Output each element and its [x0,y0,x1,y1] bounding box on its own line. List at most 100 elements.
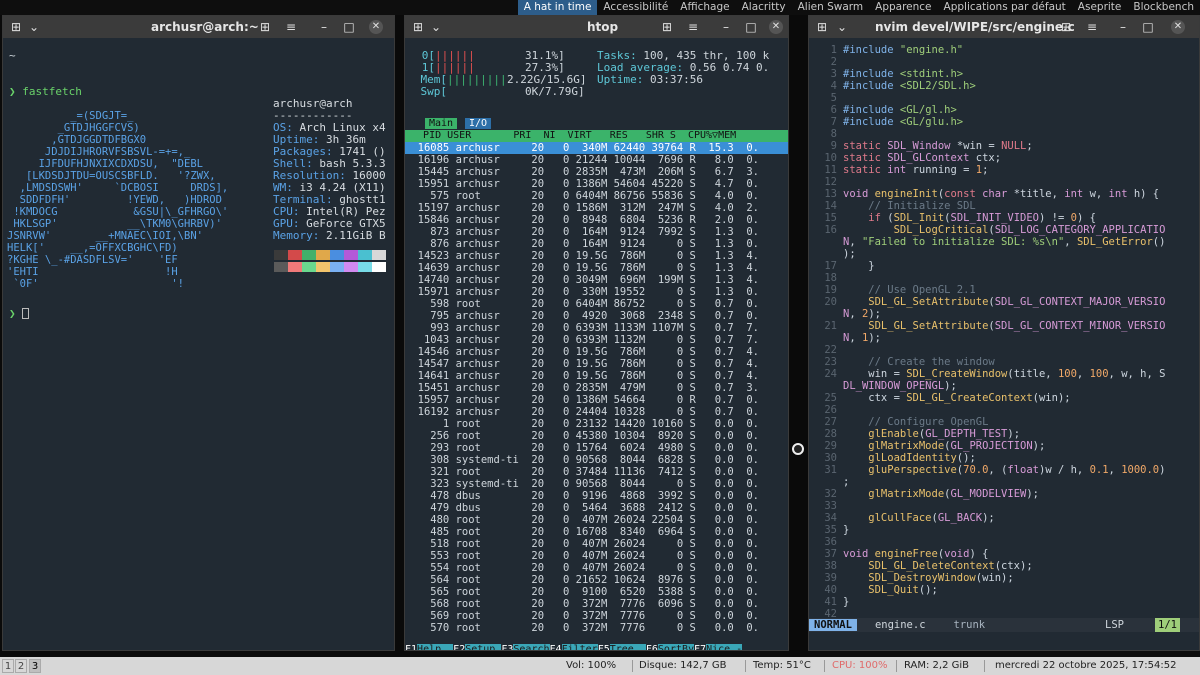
process-row[interactable]: 15451 archusr 20 0 2835M 479M 0 S 0.7 3. [405,382,788,394]
grid-icon[interactable]: ⊞ [1059,20,1073,34]
fkey-key[interactable]: F5 [598,644,610,650]
fkey-key[interactable]: F2 [453,644,465,650]
maximize-icon[interactable]: □ [744,20,758,34]
workspace-3[interactable]: 3 [29,659,41,673]
chevron-down-icon[interactable]: ⌄ [429,20,443,34]
process-row[interactable]: 321 root 20 0 37484 11136 7412 S 0.0 0. [405,466,788,478]
fkey-key[interactable]: F6 [646,644,658,650]
settings-tab[interactable]: Alien Swarm [792,0,870,15]
volume-indicator[interactable]: Vol: 100% [566,657,616,675]
process-row[interactable]: 478 dbus 20 0 9196 4868 3992 S 0.0 0. [405,490,788,502]
process-row[interactable]: 15197 archusr 20 0 1586M 312M 247M S 4.0… [405,202,788,214]
new-tab-icon[interactable]: ⊞ [411,20,425,34]
process-row[interactable]: 553 root 20 0 407M 26024 0 S 0.0 0. [405,550,788,562]
process-row[interactable]: 15951 archusr 20 0 1386M 54604 45220 S 4… [405,178,788,190]
process-row[interactable]: 575 root 20 0 6404M 86756 55836 S 4.0 0. [405,190,788,202]
settings-tab[interactable]: Accessibilité [597,0,674,15]
minimize-icon[interactable]: – [317,20,331,34]
process-row[interactable]: 479 dbus 20 0 5464 3688 2412 S 0.0 0. [405,502,788,514]
tab-io[interactable]: I/O [465,118,492,129]
settings-tab[interactable]: Blockbench [1127,0,1200,15]
grid-icon[interactable]: ⊞ [660,20,674,34]
terminal-window-fastfetch[interactable]: ⊞ ⌄ archusr@arch:~ ⊞ ≡ – □ ✕ ~ ❯ fastfetc… [2,15,395,651]
process-row[interactable]: 14641 archusr 20 0 19.5G 786M 0 S 0.7 4. [405,370,788,382]
process-row[interactable]: 16192 archusr 20 0 24404 10328 0 S 0.7 0… [405,406,788,418]
process-row[interactable]: 1 root 20 0 23132 14420 10160 S 0.0 0. [405,418,788,430]
process-row[interactable]: 554 root 20 0 407M 26024 0 S 0.0 0. [405,562,788,574]
process-row[interactable]: 15971 archusr 20 0 330M 19552 0 S 1.3 0. [405,286,788,298]
close-icon[interactable]: ✕ [769,20,783,34]
fkey-label[interactable]: SortBy [657,644,695,650]
close-icon[interactable]: ✕ [369,20,383,34]
process-row[interactable]: 16196 archusr 20 0 21244 10044 7696 R 8.… [405,154,788,166]
process-row[interactable]: 14740 archusr 20 0 3049M 696M 199M S 1.3… [405,274,788,286]
settings-tab[interactable]: Affichage [674,0,735,15]
close-icon[interactable]: ✕ [1171,20,1185,34]
process-row[interactable]: 873 archusr 20 0 164M 9124 7992 S 1.3 0. [405,226,788,238]
process-row[interactable]: 14639 archusr 20 0 19.5G 786M 0 S 1.3 4. [405,262,788,274]
maximize-icon[interactable]: □ [342,20,356,34]
fkey-label[interactable]: Search [513,644,550,650]
process-row[interactable]: 308 systemd-ti 20 0 90568 8044 6828 S 0.… [405,454,788,466]
process-row[interactable]: 564 root 20 0 21652 10624 8976 S 0.0 0. [405,574,788,586]
maximize-icon[interactable]: □ [1141,20,1155,34]
terminal-window-htop[interactable]: ⊞ ⌄ htop ⊞ ≡ – □ ✕ 0[|||||| 31.1%] 1[|||||… [404,15,789,651]
terminal-window-nvim[interactable]: ⊞ ⌄ nvim devel/WIPE/src/engine.c ⊞ ≡ – □… [808,15,1200,651]
workspace-2[interactable]: 2 [15,659,27,673]
menu-icon[interactable]: ≡ [1085,20,1099,34]
process-row[interactable]: 16085 archusr 20 0 340M 62440 39764 R 15… [405,142,788,154]
menu-icon[interactable]: ≡ [284,20,298,34]
process-row[interactable]: 293 root 20 0 15764 6024 4980 S 0.0 0. [405,442,788,454]
process-row[interactable]: 569 root 20 0 372M 7776 0 S 0.0 0. [405,610,788,622]
fkey-label[interactable]: Help [417,644,454,650]
process-row[interactable]: 795 archusr 20 0 4920 3068 2348 S 0.7 0. [405,310,788,322]
process-row[interactable]: 568 root 20 0 372M 7776 6096 S 0.0 0. [405,598,788,610]
settings-tab[interactable]: Alacritty [736,0,792,15]
fkey-label[interactable]: Tree [609,644,646,650]
process-row[interactable]: 876 archusr 20 0 164M 9124 0 S 1.3 0. [405,238,788,250]
window-titlebar[interactable]: ⊞ ⌄ archusr@arch:~ ⊞ ≡ – □ ✕ [3,16,394,38]
tab-main[interactable]: Main [425,118,458,129]
grid-icon[interactable]: ⊞ [258,20,272,34]
settings-tab[interactable]: Applications par défaut [938,0,1072,15]
fkey-key[interactable]: F3 [501,644,513,650]
minimize-icon[interactable]: – [719,20,733,34]
process-row[interactable]: 565 root 20 0 9100 6520 5388 S 0.0 0. [405,586,788,598]
settings-tab[interactable]: Aseprite [1072,0,1128,15]
window-titlebar[interactable]: ⊞ ⌄ htop ⊞ ≡ – □ ✕ [405,16,788,38]
process-row[interactable]: 1043 archusr 20 0 6393M 1132M 0 S 0.7 7. [405,334,788,346]
settings-tab[interactable]: Apparence [869,0,937,15]
htop-content[interactable]: 0[|||||| 31.1%] 1[|||||| 27.3%] Mem[||||||||… [405,38,788,650]
fkey-label[interactable]: Nice - [706,644,743,650]
process-row[interactable]: 14546 archusr 20 0 19.5G 786M 0 S 0.7 4. [405,346,788,358]
process-row[interactable]: 323 systemd-ti 20 0 90568 8044 0 S 0.0 0… [405,478,788,490]
editor-content[interactable]: 1 #include "engine.h" 2 3 #include <stdint.h… [809,38,1199,650]
fkey-key[interactable]: F1 [405,644,417,650]
process-row[interactable]: 993 archusr 20 0 6393M 1133M 1107M S 0.7… [405,322,788,334]
chevron-down-icon[interactable]: ⌄ [835,20,849,34]
process-row[interactable]: 518 root 20 0 407M 26024 0 S 0.0 0. [405,538,788,550]
window-titlebar[interactable]: ⊞ ⌄ nvim devel/WIPE/src/engine.c ⊞ ≡ – □… [809,16,1199,38]
process-header[interactable]: PID USER PRI NI VIRT RES SHR S CPU%▽MEM [405,130,788,142]
workspace-1[interactable]: 1 [2,659,14,673]
minimize-icon[interactable]: – [1116,20,1130,34]
process-row[interactable]: 485 root 20 0 16708 8340 6964 S 0.0 0. [405,526,788,538]
new-tab-icon[interactable]: ⊞ [815,20,829,34]
settings-tab[interactable]: A hat in time [517,0,598,15]
process-row[interactable]: 14547 archusr 20 0 19.5G 786M 0 S 0.7 4. [405,358,788,370]
terminal-content[interactable]: ~ ❯ fastfetch _=(SDGJT=_ _GTDJHGGFCVS) ,G… [3,38,394,650]
split-handle[interactable] [792,443,804,455]
fkey-label[interactable]: Filter [561,644,598,650]
process-row[interactable]: 14523 archusr 20 0 19.5G 786M 0 S 1.3 4. [405,250,788,262]
menu-icon[interactable]: ≡ [686,20,700,34]
fkey-key[interactable]: F7 [694,644,706,650]
new-tab-icon[interactable]: ⊞ [9,20,23,34]
fkey-label[interactable]: Setup [465,644,502,650]
chevron-down-icon[interactable]: ⌄ [27,20,41,34]
process-row[interactable]: 256 root 20 0 45380 10304 8920 S 0.0 0. [405,430,788,442]
fkey-key[interactable]: F4 [550,644,562,650]
process-row[interactable]: 480 root 20 0 407M 26024 22504 S 0.0 0. [405,514,788,526]
process-row[interactable]: 15957 archusr 20 0 1386M 54664 0 R 0.7 0… [405,394,788,406]
process-row[interactable]: 15846 archusr 20 0 8948 6804 5236 R 2.0 … [405,214,788,226]
process-row[interactable]: 598 root 20 0 6404M 86752 0 S 0.7 0. [405,298,788,310]
